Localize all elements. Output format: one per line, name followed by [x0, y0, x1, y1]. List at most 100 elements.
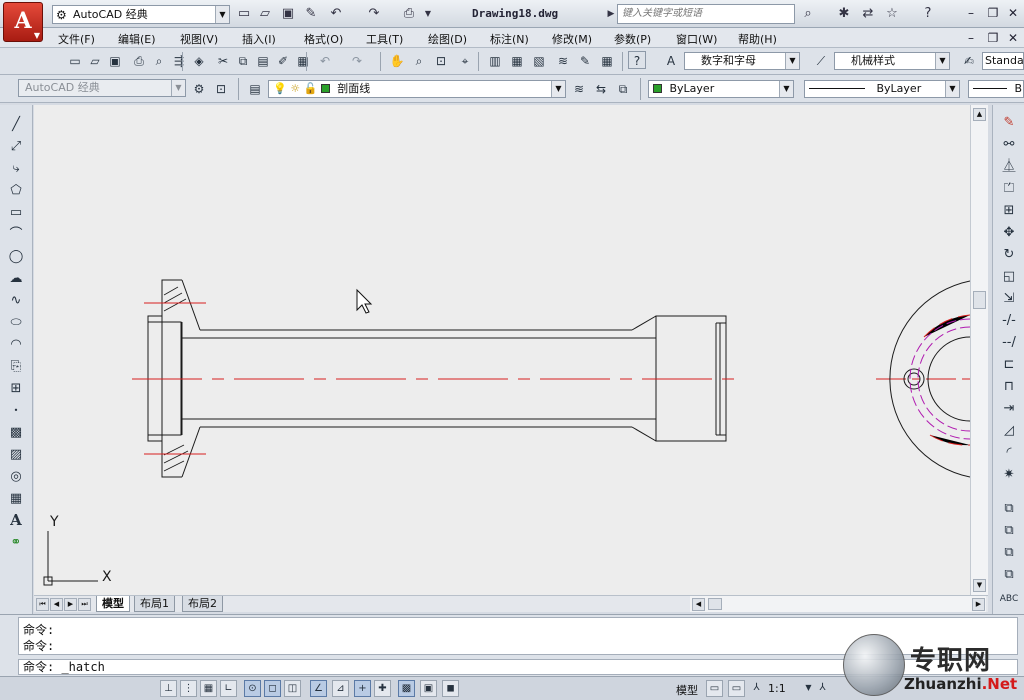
arc-icon[interactable]: ⌒	[6, 225, 26, 245]
block-editor-icon[interactable]: ▦	[294, 51, 312, 69]
publish-icon[interactable]: ⇶	[170, 51, 188, 69]
revision-cloud-icon[interactable]: ☁	[6, 269, 26, 289]
snap-mode-icon[interactable]: ⋮	[180, 680, 197, 697]
horizontal-scrollbar[interactable]: ◀ ▶	[690, 596, 986, 612]
star-icon[interactable]: ☆	[884, 6, 900, 22]
binoculars-icon[interactable]: ⌕	[800, 6, 816, 22]
table-style-icon[interactable]: ✍	[960, 51, 978, 69]
plot-preview-icon[interactable]: ⌕	[150, 51, 168, 69]
menu-edit[interactable]: 编辑(E)	[118, 31, 156, 47]
chevron-down-icon[interactable]: ▼	[420, 6, 436, 22]
copy-object-icon[interactable]: ⚯	[999, 135, 1019, 155]
quick-properties-icon[interactable]: ▣	[420, 680, 437, 697]
open-icon[interactable]: ▱	[86, 51, 104, 69]
zoom-window-icon[interactable]: ⊡	[432, 51, 450, 69]
polygon-icon[interactable]: ⬠	[6, 181, 26, 201]
scroll-right-icon[interactable]: ▶	[972, 598, 985, 611]
lineweight-select[interactable]: B	[968, 80, 1024, 98]
help-icon[interactable]: ?	[920, 6, 936, 22]
doc-restore-button[interactable]: ❐	[984, 29, 1002, 47]
line-icon[interactable]: ╱	[6, 115, 26, 135]
qnew-icon[interactable]: ▭	[66, 51, 84, 69]
layer-select[interactable]: 💡 ☼ 🔓 剖面线 ▼	[268, 80, 566, 98]
menu-view[interactable]: 视图(V)	[180, 31, 218, 47]
redo-icon[interactable]: ↷	[366, 6, 382, 22]
make-block-icon[interactable]: ⊞	[6, 379, 26, 399]
scroll-thumb[interactable]	[973, 291, 986, 309]
menu-help[interactable]: 帮助(H)	[738, 31, 777, 47]
quick-view-drawings-icon[interactable]: ▭	[728, 680, 745, 697]
extend-icon[interactable]: --/	[999, 333, 1019, 353]
zoom-realtime-icon[interactable]: ⌕	[410, 51, 428, 69]
tab-layout1[interactable]: 布局1	[134, 596, 175, 612]
fillet-icon[interactable]: ◜	[999, 443, 1019, 463]
redo-icon[interactable]: ↷	[348, 51, 366, 69]
point-icon[interactable]: •	[6, 401, 26, 421]
selection-cycling-icon[interactable]: ◼	[442, 680, 459, 697]
workspace-save-icon[interactable]: ⊡	[212, 79, 230, 97]
scroll-down-icon[interactable]: ▼	[973, 579, 986, 592]
drawing-canvas[interactable]: Y X	[34, 105, 970, 595]
dim-style-select[interactable]: 机械样式 ▼	[834, 52, 950, 70]
draw-order-back-icon[interactable]: ⧉	[999, 521, 1019, 541]
copy-icon[interactable]: ⧉	[234, 51, 252, 69]
chamfer-icon[interactable]: ◿	[999, 421, 1019, 441]
vertical-scrollbar[interactable]: ▲ ▼	[970, 105, 988, 595]
plot-icon[interactable]: ⎙	[401, 6, 417, 22]
sheet-set-icon[interactable]: ≋	[554, 51, 572, 69]
calculator-icon[interactable]: ▦	[598, 51, 616, 69]
table-icon[interactable]: ▦	[6, 489, 26, 509]
scale-icon[interactable]: ◱	[999, 267, 1019, 287]
table-style-select[interactable]: Standa	[982, 52, 1024, 70]
text-front-icon[interactable]: ABC	[999, 589, 1019, 609]
color-select[interactable]: ByLayer ▼	[648, 80, 794, 98]
ellipse-icon[interactable]: ⬭	[6, 313, 26, 333]
workspace-settings-icon[interactable]: ⚙	[190, 79, 208, 97]
rotate-icon[interactable]: ↻	[999, 245, 1019, 265]
dynamic-ucs-icon[interactable]: ⊿	[332, 680, 349, 697]
minimize-button[interactable]: –	[962, 4, 980, 22]
hatch-icon[interactable]: ▩	[6, 423, 26, 443]
text-style-icon[interactable]: A	[662, 51, 680, 69]
text-style-select[interactable]: 数字和字母 ▼	[684, 52, 800, 70]
object-snap-icon[interactable]: ◻	[264, 680, 281, 697]
match-properties-icon[interactable]: ✐	[274, 51, 292, 69]
save-icon[interactable]: ▣	[106, 51, 124, 69]
annotation-scale-value[interactable]: 1:1	[768, 682, 786, 695]
infer-constraints-icon[interactable]: ⊥	[160, 680, 177, 697]
application-menu-button[interactable]: A ▼	[3, 2, 43, 42]
zoom-previous-icon[interactable]: ⌖	[456, 51, 474, 69]
menu-dimension[interactable]: 标注(N)	[490, 31, 529, 47]
annotation-visibility-icon[interactable]: ⅄	[814, 680, 831, 697]
menu-format[interactable]: 格式(O)	[304, 31, 343, 47]
menu-file[interactable]: 文件(F)	[58, 31, 95, 47]
first-tab-icon[interactable]: ⏮	[36, 598, 49, 611]
linetype-select[interactable]: ByLayer ▼	[804, 80, 960, 98]
draw-order-front-icon[interactable]: ⧉	[999, 499, 1019, 519]
break-at-point-icon[interactable]: ⊏	[999, 355, 1019, 375]
close-button[interactable]: ✕	[1004, 4, 1022, 22]
wrench-icon[interactable]: ✱	[836, 6, 852, 22]
ellipse-arc-icon[interactable]: ◠	[6, 335, 26, 355]
quick-view-layouts-icon[interactable]: ▭	[706, 680, 723, 697]
send-under-icon[interactable]: ⧉	[999, 565, 1019, 585]
dim-style-icon[interactable]: ⟋	[812, 51, 830, 69]
join-icon[interactable]: ⇥	[999, 399, 1019, 419]
previous-tab-icon[interactable]: ◀	[50, 598, 63, 611]
search-input[interactable]: 键入关键字或短语	[617, 4, 795, 24]
last-tab-icon[interactable]: ⏭	[78, 598, 91, 611]
3d-object-snap-icon[interactable]: ◫	[284, 680, 301, 697]
design-center-icon[interactable]: ▦	[508, 51, 526, 69]
menu-tools[interactable]: 工具(T)	[366, 31, 403, 47]
polyline-icon[interactable]: ⤷	[6, 159, 26, 179]
move-icon[interactable]: ✥	[999, 223, 1019, 243]
rectangle-icon[interactable]: ▭	[6, 203, 26, 223]
hscroll-thumb[interactable]	[708, 598, 722, 610]
markup-icon[interactable]: ✎	[576, 51, 594, 69]
lineweight-display-icon[interactable]: ✚	[374, 680, 391, 697]
break-icon[interactable]: ⊓	[999, 377, 1019, 397]
exchange-icon[interactable]: ⇄	[860, 6, 876, 22]
tool-palettes-icon[interactable]: ▧	[530, 51, 548, 69]
menu-insert[interactable]: 插入(I)	[242, 31, 276, 47]
scroll-up-icon[interactable]: ▲	[973, 108, 986, 121]
